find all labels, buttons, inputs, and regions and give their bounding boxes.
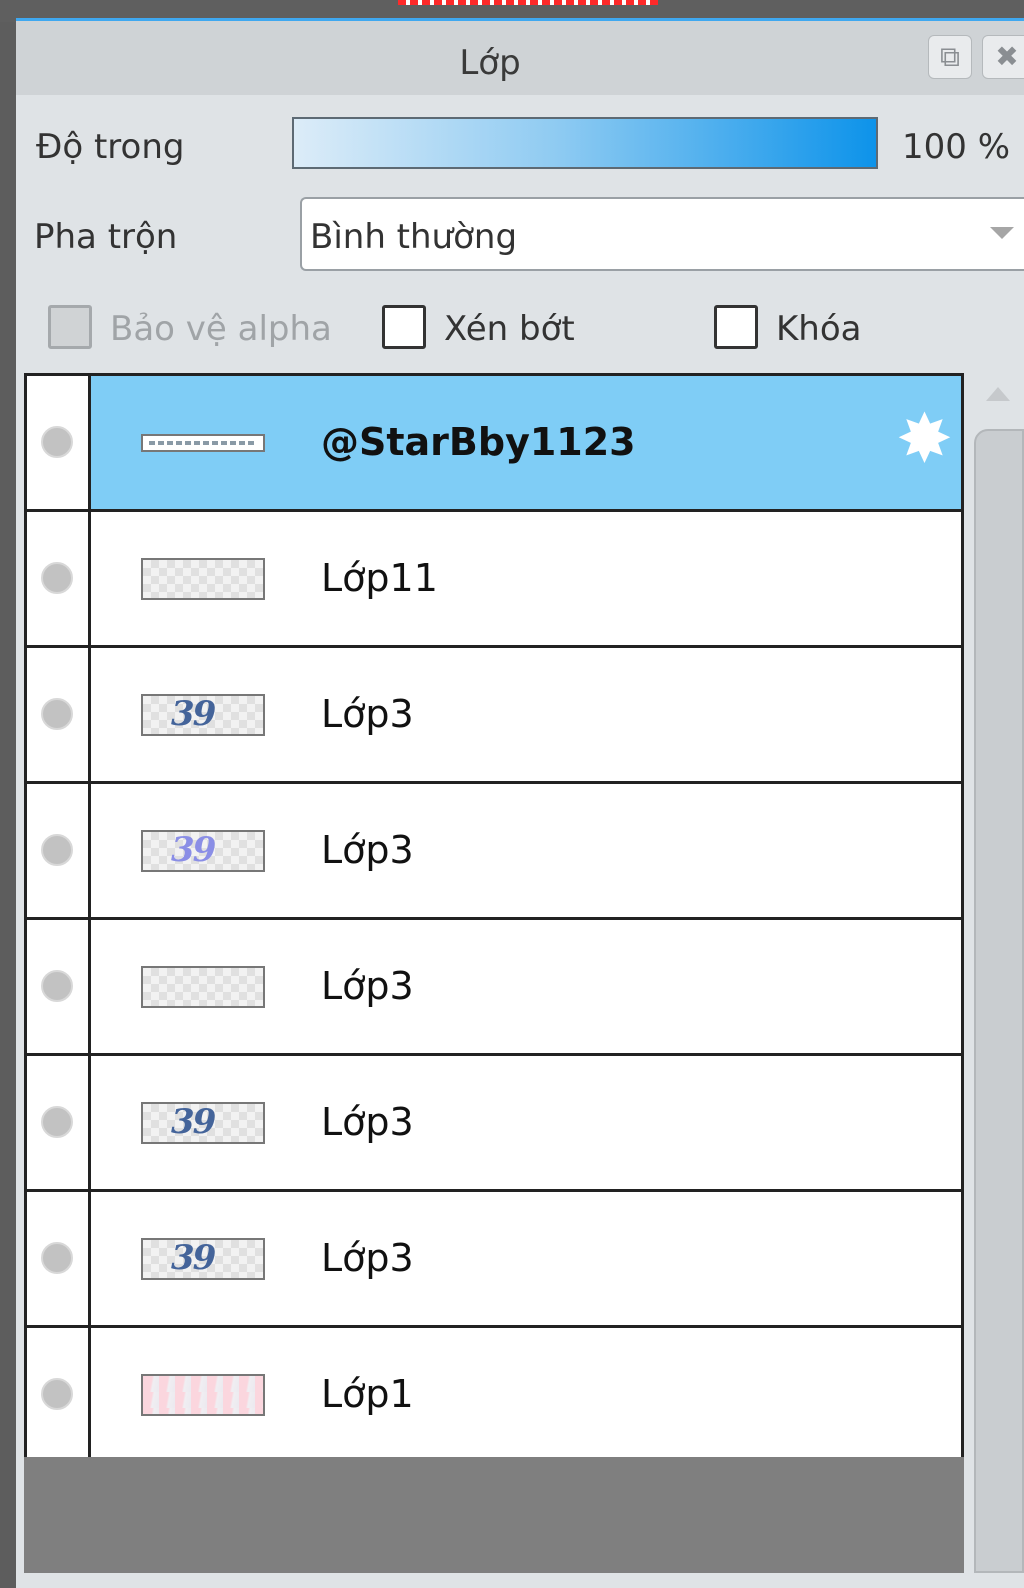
layer-row[interactable]: 39 Lớp3	[27, 784, 961, 920]
layer-name: Lớp1	[321, 1372, 414, 1416]
opacity-label: Độ trong	[36, 127, 185, 167]
visibility-toggle[interactable]	[27, 1056, 91, 1189]
layer-thumbnail: 39	[141, 830, 265, 872]
popout-button[interactable]: ⧉	[928, 35, 972, 79]
layer-list: @StarBby1123 ✸ Lớp11 39 Lớp3 39 Lớp3 Lớp…	[24, 373, 964, 1475]
opacity-value: 100 %	[902, 127, 1011, 167]
visibility-toggle[interactable]	[27, 1328, 91, 1464]
layer-row[interactable]: Lớp1	[27, 1328, 961, 1464]
layer-name: Lớp3	[321, 964, 414, 1008]
panel-title: Lớp	[459, 43, 521, 83]
layer-row[interactable]: @StarBby1123 ✸	[27, 376, 961, 512]
layer-panel: Lớp ⧉ ✖ Độ trong 100 % Pha trộn Bình thư…	[16, 18, 1024, 1588]
chevron-down-icon	[990, 227, 1014, 239]
close-icon: ✖	[995, 40, 1019, 73]
visibility-toggle[interactable]	[27, 1192, 91, 1325]
opacity-slider[interactable]	[292, 117, 878, 169]
visibility-dot-icon	[41, 426, 73, 458]
layer-thumbnail: 39	[141, 694, 265, 736]
visibility-toggle[interactable]	[27, 648, 91, 781]
scroll-up-arrow-icon[interactable]	[986, 387, 1010, 401]
layer-list-empty-area	[24, 1457, 964, 1573]
layer-row-main[interactable]: Lớp3	[91, 920, 961, 1053]
layer-row-main[interactable]: Lớp11	[91, 512, 961, 645]
layer-thumbnail: 39	[141, 1238, 265, 1280]
visibility-toggle[interactable]	[27, 376, 91, 509]
visibility-dot-icon	[41, 698, 73, 730]
lock-checkbox[interactable]	[714, 305, 758, 349]
clipping-checkbox[interactable]	[382, 305, 426, 349]
visibility-toggle[interactable]	[27, 784, 91, 917]
visibility-toggle[interactable]	[27, 920, 91, 1053]
layer-thumbnail	[141, 434, 265, 452]
layer-row-main[interactable]: 39 Lớp3	[91, 1192, 961, 1325]
selection-marker	[398, 0, 658, 5]
layer-thumbnail	[141, 558, 265, 600]
lock-label: Khóa	[776, 309, 862, 349]
panel-titlebar[interactable]: Lớp ⧉ ✖	[16, 21, 1024, 95]
visibility-dot-icon	[41, 1242, 73, 1274]
layer-row[interactable]: Lớp3	[27, 920, 961, 1056]
popout-icon: ⧉	[940, 40, 960, 73]
scrollbar-thumb[interactable]	[974, 429, 1024, 1573]
layer-thumbnail: 39	[141, 1102, 265, 1144]
layer-name: Lớp11	[321, 556, 438, 600]
visibility-dot-icon	[41, 562, 73, 594]
gear-icon[interactable]: ✸	[896, 406, 953, 474]
blend-mode-value: Bình thường	[310, 217, 518, 257]
layer-name: Lớp3	[321, 692, 414, 736]
visibility-dot-icon	[41, 834, 73, 866]
layer-thumbnail	[141, 966, 265, 1008]
layer-row[interactable]: Lớp11	[27, 512, 961, 648]
layer-row[interactable]: 39 Lớp3	[27, 648, 961, 784]
clipping-label: Xén bớt	[444, 309, 575, 349]
visibility-toggle[interactable]	[27, 512, 91, 645]
layer-name: Lớp3	[321, 828, 414, 872]
alpha-protect-checkbox[interactable]	[48, 305, 92, 349]
layer-list-scrollbar[interactable]	[974, 373, 1024, 1573]
close-button[interactable]: ✖	[982, 35, 1024, 79]
layer-row[interactable]: 39 Lớp3	[27, 1056, 961, 1192]
visibility-dot-icon	[41, 1378, 73, 1410]
layer-name: Lớp3	[321, 1100, 414, 1144]
blend-mode-select[interactable]: Bình thường	[300, 197, 1024, 271]
layer-name: @StarBby1123	[321, 420, 636, 464]
layer-row-main[interactable]: Lớp1	[91, 1328, 961, 1464]
layer-thumbnail	[141, 1374, 265, 1416]
layer-row-main[interactable]: 39 Lớp3	[91, 648, 961, 781]
layer-row[interactable]: 39 Lớp3	[27, 1192, 961, 1328]
blend-mode-label: Pha trộn	[34, 217, 178, 257]
layer-row-main[interactable]: @StarBby1123 ✸	[91, 376, 961, 509]
visibility-dot-icon	[41, 1106, 73, 1138]
layer-row-main[interactable]: 39 Lớp3	[91, 784, 961, 917]
visibility-dot-icon	[41, 970, 73, 1002]
layer-row-main[interactable]: 39 Lớp3	[91, 1056, 961, 1189]
layer-name: Lớp3	[321, 1236, 414, 1280]
alpha-protect-label: Bảo vệ alpha	[110, 309, 332, 349]
